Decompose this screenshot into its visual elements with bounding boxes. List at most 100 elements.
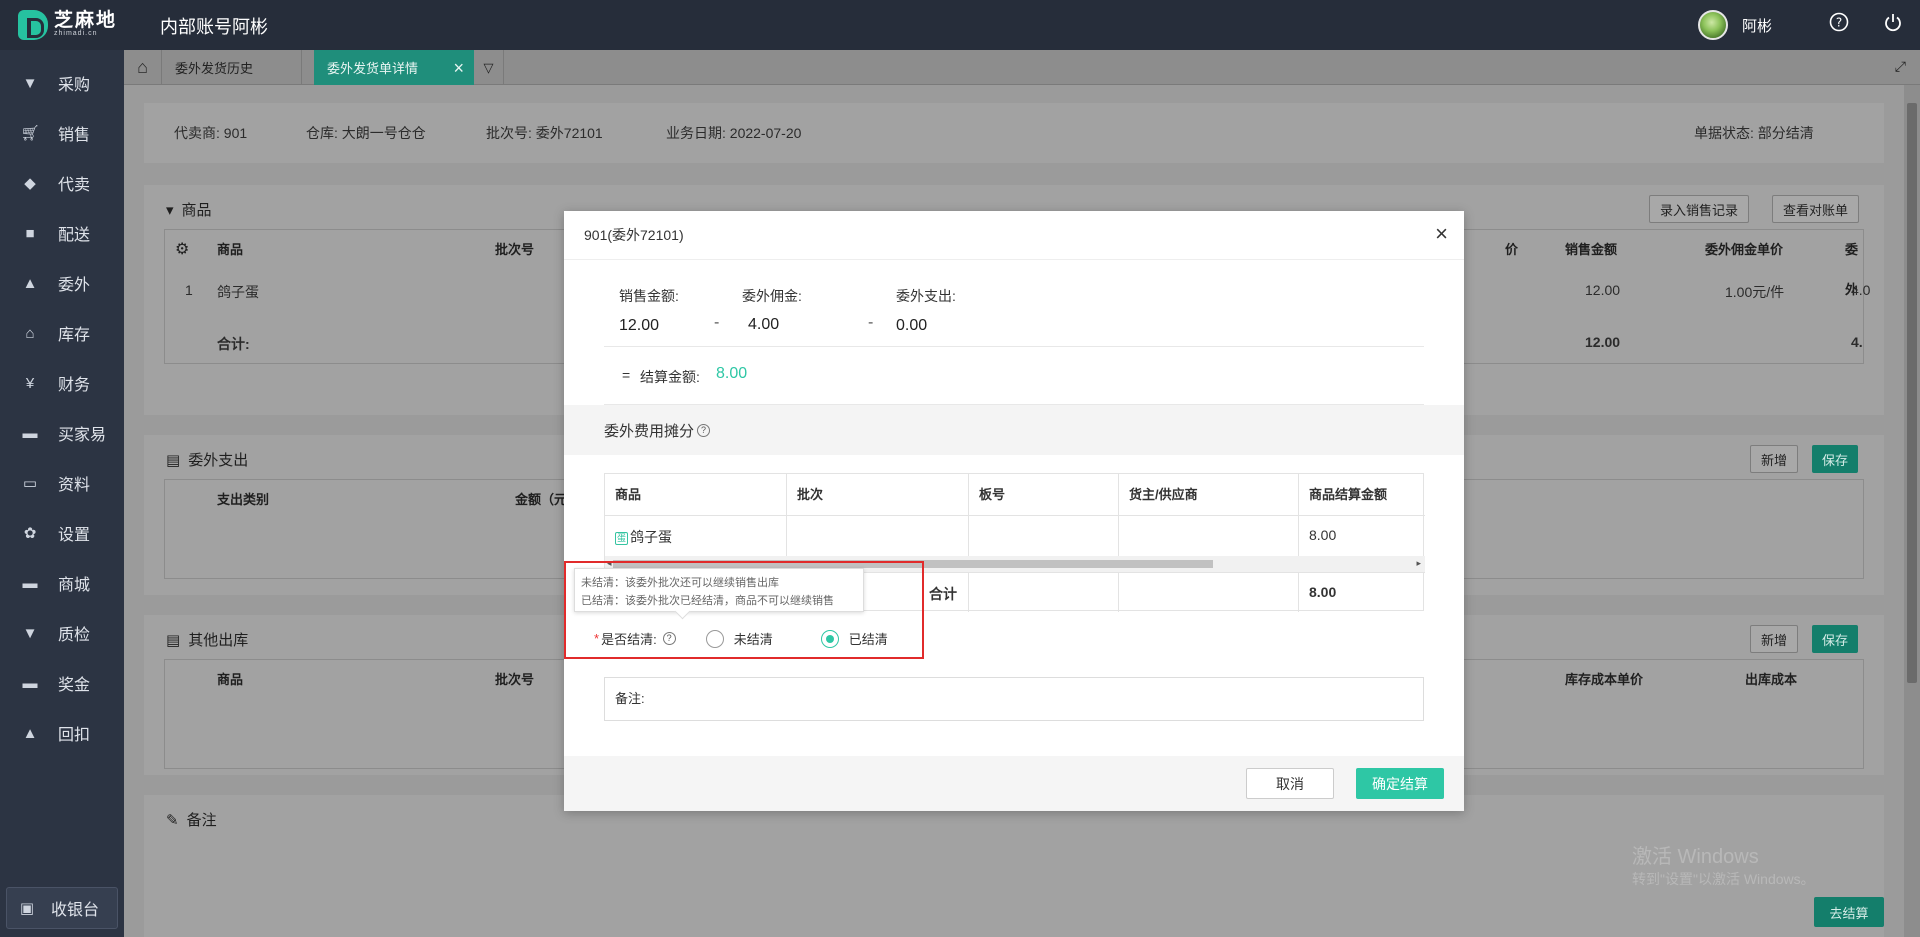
row-out: 4.0: [1851, 282, 1871, 298]
sidebar-item-data[interactable]: ▭ 资料: [0, 458, 124, 508]
basket-icon: ▾: [166, 201, 174, 219]
logo-mark-icon: [18, 10, 48, 40]
store-icon: ▬: [22, 424, 38, 442]
outsource-col: 委外: [1845, 242, 1859, 297]
option-settled-label[interactable]: 已结清: [849, 629, 888, 648]
total-label: 合计:: [217, 336, 250, 352]
minus-sign: -: [868, 314, 874, 331]
cashier-label: 收银台: [51, 902, 100, 919]
expense-save-button[interactable]: 保存: [1812, 445, 1859, 473]
logo[interactable]: 芝麻地 zhimadi.cn: [18, 10, 117, 40]
cancel-button[interactable]: 取消: [1246, 768, 1334, 799]
status-info: 单据状态: 部分结清: [1694, 125, 1814, 141]
agent-info: 代卖商: 901: [174, 125, 248, 141]
other-save-button[interactable]: 保存: [1812, 625, 1859, 653]
modal-header: 901(委外72101) ×: [564, 211, 1464, 260]
logo-subtext: zhimadi.cn: [54, 30, 98, 37]
sidebar-item-finance[interactable]: ¥ 财务: [0, 358, 124, 408]
archive-icon: ▭: [22, 475, 38, 492]
help-circle-icon[interactable]: ?: [1812, 12, 1866, 38]
truck-icon: ■: [25, 224, 35, 242]
order-info-card: 代卖商: 901 仓库: 大朗一号仓仓 批次号: 委外72101 业务日期: 2…: [144, 103, 1884, 163]
cashier-button[interactable]: ▣ 收银台: [6, 887, 118, 929]
tab-outsource-history[interactable]: 委外发货历史: [162, 50, 302, 85]
sidebar-item-qc[interactable]: ▼ 质检: [0, 608, 124, 658]
row-amount: 8.00: [1309, 527, 1337, 543]
sidebar-item-mall[interactable]: ▬ 商城: [0, 558, 124, 608]
remark-card: ✎ 备注: [144, 795, 1884, 937]
remark-field[interactable]: 备注:: [604, 677, 1424, 721]
radio-unsettled[interactable]: [705, 629, 724, 648]
section-title: 委外费用摊分: [604, 422, 695, 440]
user-name[interactable]: 阿彬: [1742, 15, 1772, 36]
watermark-line1: 激活 Windows: [1632, 846, 1759, 868]
sidebar-item-label: 设置: [58, 527, 91, 544]
sidebar-item-delivery[interactable]: ■ 配送: [0, 208, 124, 258]
expense-card-title: ▤ 委外支出: [166, 449, 248, 470]
warehouse-icon: ⌂: [25, 324, 35, 342]
account-title: 内部账号阿彬: [160, 17, 268, 37]
power-icon[interactable]: [1866, 12, 1920, 38]
radio-settled[interactable]: [820, 629, 839, 648]
batch-col: 批次号: [495, 242, 535, 257]
sidebar-item-label: 委外: [58, 277, 91, 294]
th-board: 板号: [979, 487, 1006, 502]
help-icon[interactable]: ?: [662, 632, 676, 645]
th-batch: 批次: [797, 487, 824, 502]
expense-add-button[interactable]: 新增: [1750, 445, 1799, 473]
top-bar: 芝麻地 zhimadi.cn 内部账号阿彬 阿彬 ?: [0, 0, 1920, 50]
yen-icon: ¥: [25, 374, 35, 392]
other-cost-col: 出库成本: [1745, 672, 1798, 687]
settle-amount-value: 8.00: [716, 365, 748, 382]
batch-info: 批次号: 委外72101: [486, 125, 603, 141]
modal-footer: 取消 确定结算: [564, 756, 1464, 811]
tab-bar: ⌂ 委外发货历史 委外发货单详情 × ▽ ⤢: [124, 50, 1920, 85]
confirm-settle-button[interactable]: 确定结算: [1356, 768, 1444, 799]
sidebar-item-inventory[interactable]: ⌂ 库存: [0, 308, 124, 358]
equals-sign: =: [622, 367, 631, 383]
clipboard-icon: ▤: [166, 631, 181, 649]
th-amount: 商品结算金额: [1309, 487, 1388, 502]
record-sales-button[interactable]: 录入销售记录: [1649, 195, 1750, 223]
required-mark: *: [594, 631, 600, 646]
gear-icon[interactable]: ⚙: [175, 230, 189, 270]
commission-label: 委外佣金:: [742, 288, 802, 304]
fullscreen-icon[interactable]: ⤢: [1895, 58, 1906, 75]
tag-icon: ◆: [24, 175, 36, 192]
page-scrollbar[interactable]: [1904, 85, 1920, 937]
home-icon[interactable]: ⌂: [124, 50, 162, 85]
sidebar-item-label: 买家易: [58, 427, 107, 444]
other-add-button[interactable]: 新增: [1750, 625, 1799, 653]
windows-watermark: 激活 Windows 转到"设置"以激活 Windows。: [1632, 840, 1815, 889]
sidebar-item-outsource[interactable]: ▲ 委外: [0, 258, 124, 308]
sidebar-item-sales[interactable]: 🛒︎ 销售: [0, 108, 124, 158]
sidebar-item-bonus[interactable]: ▬ 奖金: [0, 658, 124, 708]
sidebar-item-consign[interactable]: ◆ 代卖: [0, 158, 124, 208]
sidebar-item-buyer[interactable]: ▬ 买家易: [0, 408, 124, 458]
sidebar-item-settings[interactable]: ✿ 设置: [0, 508, 124, 558]
sales-col: 销售金额: [1565, 242, 1618, 257]
goods-icon: 蛋: [615, 532, 628, 545]
building-icon: ▲: [22, 274, 38, 292]
scrollbar-thumb[interactable]: [1907, 103, 1917, 683]
settle-button[interactable]: 去结算: [1814, 897, 1884, 927]
tab-outsource-detail[interactable]: 委外发货单详情 ×: [314, 50, 474, 85]
view-statement-button[interactable]: 查看对账单: [1772, 195, 1860, 223]
sidebar-item-label: 资料: [58, 477, 91, 494]
sidebar-item-label: 代卖: [58, 177, 91, 194]
option-unsettled-label[interactable]: 未结清: [734, 629, 773, 648]
help-icon[interactable]: ?: [697, 423, 711, 437]
chevron-down-icon[interactable]: ▽: [474, 50, 504, 85]
sidebar-item-purchase[interactable]: ▼ 采购: [0, 58, 124, 108]
th-goods: 商品: [615, 487, 642, 502]
close-icon[interactable]: ×: [453, 58, 464, 79]
avatar[interactable]: [1697, 10, 1728, 40]
expense-value: 0.00: [896, 317, 928, 334]
row-commission: 1.00元/件: [1725, 284, 1785, 300]
close-icon[interactable]: ×: [1435, 223, 1448, 245]
sidebar-item-rebate[interactable]: ▲ 回扣: [0, 708, 124, 758]
other-batch-col: 批次号: [495, 672, 535, 687]
sidebar: ▼ 采购 🛒︎ 销售 ◆ 代卖 ■ 配送 ▲ 委外 ⌂ 库存 ¥ 财务 ▬ 买家易 ▭ 资料 ✿ 设…: [0, 50, 124, 937]
sidebar-item-label: 奖金: [58, 677, 91, 694]
scroll-right-icon[interactable]: ▸: [1416, 558, 1421, 569]
